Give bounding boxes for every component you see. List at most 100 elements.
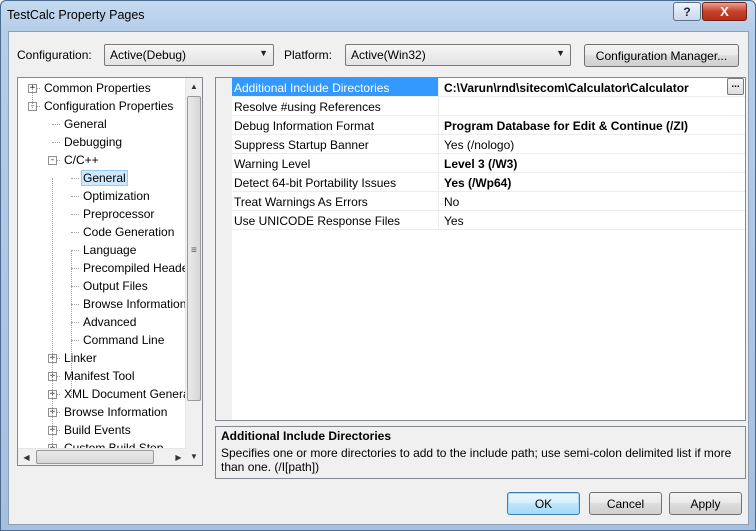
tree-item-label: Language xyxy=(83,243,137,257)
description-title: Additional Include Directories xyxy=(221,429,392,443)
collapse-icon[interactable]: - xyxy=(48,156,57,165)
tree-item-label: Configuration Properties xyxy=(44,99,174,113)
apply-button[interactable]: Apply xyxy=(669,492,742,515)
property-row[interactable]: Warning Level Level 3 (/W3) xyxy=(232,154,745,173)
property-value-text: C:\Varun\rnd\sitecom\Calculator\Calculat… xyxy=(444,81,689,95)
property-name: Additional Include Directories xyxy=(232,78,439,96)
description-panel: Additional Include Directories Specifies… xyxy=(215,426,746,479)
help-button[interactable]: ? xyxy=(673,2,701,21)
property-name: Treat Warnings As Errors xyxy=(232,192,439,210)
property-value[interactable]: Level 3 (/W3) xyxy=(440,154,745,172)
cancel-button[interactable]: Cancel xyxy=(589,492,662,515)
tree-item[interactable]: Output Files xyxy=(18,277,185,295)
browse-ellipsis-button[interactable]: ... xyxy=(727,78,744,95)
property-name: Debug Information Format xyxy=(232,116,439,134)
configuration-label: Configuration: xyxy=(17,48,92,62)
property-pages-window: TestCalc Property Pages ? X Configuratio… xyxy=(0,0,756,531)
property-value[interactable]: No xyxy=(440,192,745,210)
property-row[interactable]: Treat Warnings As Errors No xyxy=(232,192,745,211)
property-name: Use UNICODE Response Files xyxy=(232,211,439,229)
tree-connector xyxy=(71,196,79,197)
tree-connector xyxy=(71,232,79,233)
tree-item[interactable]: Preprocessor xyxy=(18,205,185,223)
tree-item-label: Preprocessor xyxy=(83,207,155,221)
tree-item[interactable]: - Configuration Properties xyxy=(18,97,185,115)
scroll-down-icon[interactable]: ▼ xyxy=(186,448,202,465)
property-value-text: Yes (/nologo) xyxy=(444,138,515,152)
tree-item-label: Debugging xyxy=(64,135,123,149)
scroll-left-icon[interactable]: ◀ xyxy=(18,449,35,465)
property-value[interactable]: Yes (/Wp64) xyxy=(440,173,745,191)
tree-item-label: Build Events xyxy=(64,423,131,437)
property-row[interactable]: Resolve #using References xyxy=(232,97,745,116)
tree-item[interactable]: Command Line xyxy=(18,331,185,349)
property-value-text: No xyxy=(444,195,460,209)
tree-item[interactable]: Debugging xyxy=(18,133,185,151)
scroll-thumb[interactable]: ≡ xyxy=(187,96,201,401)
title-bar[interactable]: TestCalc Property Pages ? X xyxy=(1,1,755,31)
tree-item-label: Linker xyxy=(64,351,97,365)
property-name: Detect 64-bit Portability Issues xyxy=(232,173,439,191)
tree-item[interactable]: Language xyxy=(18,241,185,259)
configuration-value: Active(Debug) xyxy=(110,48,187,62)
tree-connector xyxy=(71,304,79,305)
tree-item-label: Code Generation xyxy=(83,225,175,239)
platform-value: Active(Win32) xyxy=(351,48,426,62)
description-text: Specifies one or more directories to add… xyxy=(221,446,732,474)
tree-item[interactable]: + Manifest Tool xyxy=(18,367,185,385)
property-row[interactable]: Suppress Startup Banner Yes (/nologo) xyxy=(232,135,745,154)
property-row[interactable]: Use UNICODE Response Files Yes xyxy=(232,211,745,230)
tree-item-label: C/C++ xyxy=(64,153,99,167)
close-button[interactable]: X xyxy=(702,2,747,21)
platform-dropdown[interactable]: Active(Win32) ▼ xyxy=(345,44,571,66)
tree-item[interactable]: + Linker xyxy=(18,349,185,367)
tree-item[interactable]: + Common Properties xyxy=(18,79,185,97)
configuration-manager-button[interactable]: Configuration Manager... xyxy=(584,44,739,67)
tree-item-label: Browse Information xyxy=(83,297,185,311)
tree-item[interactable]: Optimization xyxy=(18,187,185,205)
dialog-client-area: Configuration: Active(Debug) ▼ Platform:… xyxy=(8,31,749,525)
tree-guide-line xyxy=(71,250,72,396)
scroll-right-icon[interactable]: ▶ xyxy=(170,449,187,465)
property-grid: Additional Include Directories C:\Varun\r… xyxy=(215,77,746,421)
tree-connector xyxy=(71,178,79,179)
tree-vertical-scrollbar[interactable]: ▲ ≡ ▼ xyxy=(185,78,202,465)
tree-item[interactable]: Precompiled Heade xyxy=(18,259,185,277)
tree-item[interactable]: Code Generation xyxy=(18,223,185,241)
tree-horizontal-scrollbar[interactable]: ◀ ▶ xyxy=(18,448,187,465)
tree-item[interactable]: + Browse Information xyxy=(18,403,185,421)
tree-item-label: Browse Information xyxy=(64,405,168,419)
tree-item-label: Optimization xyxy=(83,189,150,203)
property-value[interactable]: Program Database for Edit & Continue (/Z… xyxy=(440,116,745,134)
tree-item[interactable]: - C/C++ xyxy=(18,151,185,169)
property-row[interactable]: Additional Include Directories C:\Varun\r… xyxy=(232,78,745,97)
property-value[interactable]: Yes xyxy=(440,211,745,229)
property-value[interactable] xyxy=(440,97,745,115)
tree-item[interactable]: General xyxy=(18,115,185,133)
tree-view: + Common Properties - Configuration Propert… xyxy=(18,78,185,465)
tree-item-label: General xyxy=(81,170,128,186)
ok-button[interactable]: OK xyxy=(507,492,580,515)
tree-item[interactable]: + Build Events xyxy=(18,421,185,439)
tree-connector xyxy=(71,214,79,215)
tree-item[interactable]: General xyxy=(18,169,185,187)
tree-item-label: Advanced xyxy=(83,315,137,329)
configuration-dropdown[interactable]: Active(Debug) ▼ xyxy=(104,44,274,66)
property-value[interactable]: Yes (/nologo) xyxy=(440,135,745,153)
property-value[interactable]: C:\Varun\rnd\sitecom\Calculator\Calculat… xyxy=(440,78,745,96)
tree-item[interactable]: Advanced xyxy=(18,313,185,331)
tree-connector xyxy=(71,322,79,323)
scroll-thumb-horizontal[interactable] xyxy=(36,450,154,464)
tree-connector xyxy=(52,124,60,125)
property-row[interactable]: Debug Information Format Program Database… xyxy=(232,116,745,135)
grid-gutter xyxy=(216,78,232,420)
tree-item[interactable]: + XML Document Genera xyxy=(18,385,185,403)
property-name: Suppress Startup Banner xyxy=(232,135,439,153)
tree-item-label: XML Document Genera xyxy=(64,387,185,401)
scroll-up-icon[interactable]: ▲ xyxy=(186,78,202,95)
tree-item-label: Precompiled Heade xyxy=(83,261,185,275)
property-row[interactable]: Detect 64-bit Portability Issues Yes (/Wp… xyxy=(232,173,745,192)
tree-item[interactable]: Browse Information xyxy=(18,295,185,313)
property-value-text: Yes (/Wp64) xyxy=(444,176,512,190)
tree-connector xyxy=(71,340,79,341)
